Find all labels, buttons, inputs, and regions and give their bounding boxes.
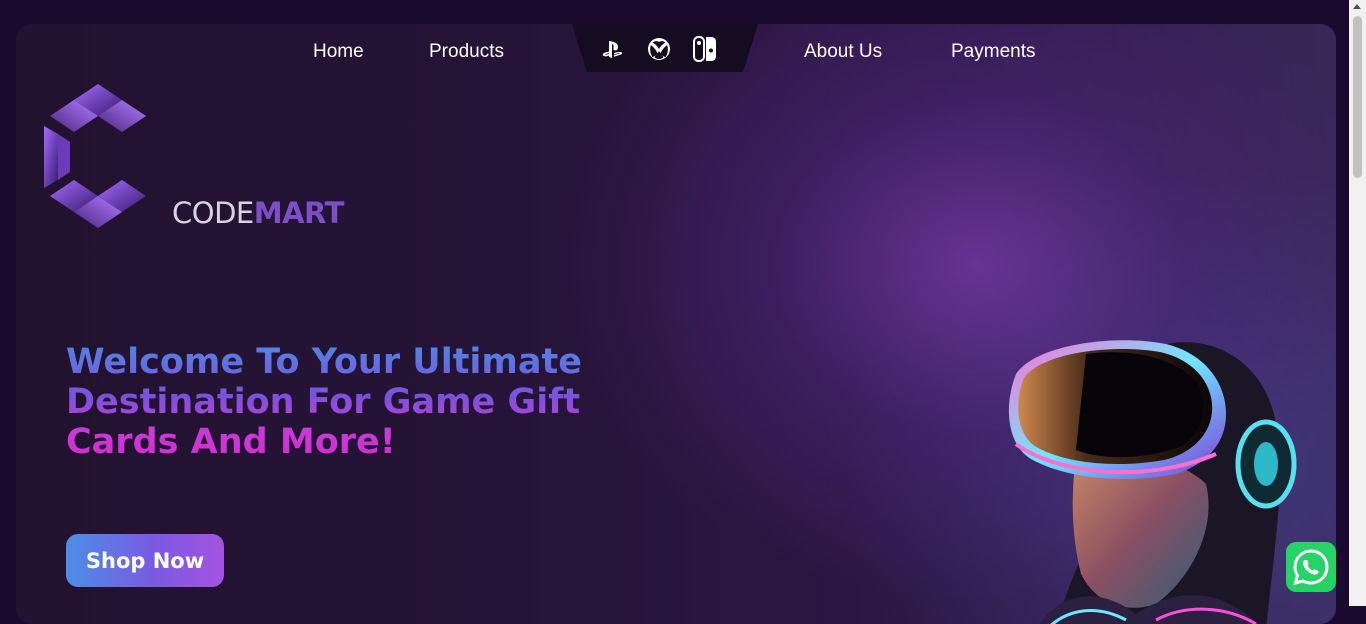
nav-about-link[interactable]: About Us	[804, 41, 882, 63]
scroll-thumb[interactable]	[1353, 16, 1362, 178]
codemart-logo[interactable]: CODEMART	[42, 82, 344, 232]
vr-gamer-image	[1008, 340, 1297, 624]
logo-code-text: CODE	[172, 196, 254, 230]
whatsapp-button[interactable]	[1286, 542, 1336, 592]
hero-section: Home Products About Us Payments CODEMART…	[16, 24, 1336, 624]
logo-mart-text: MART	[253, 196, 345, 230]
nav-home-link[interactable]: Home	[313, 41, 364, 63]
hero-headline: Welcome To Your Ultimate Destination For…	[66, 342, 626, 462]
headline-line-3: Cards And More!	[66, 422, 396, 462]
logo-wordmark: CODEMART	[172, 196, 344, 230]
shop-now-button[interactable]: Shop Now	[66, 534, 224, 587]
xbox-icon[interactable]	[646, 36, 672, 62]
scroll-up-arrow[interactable]	[1353, 4, 1361, 9]
playstation-icon[interactable]	[600, 36, 626, 62]
headline-line-1: Welcome To Your Ultimate	[66, 342, 582, 382]
nav-payments-link[interactable]: Payments	[951, 41, 1035, 63]
headline-line-2: Destination For Game Gift	[66, 382, 581, 422]
whatsapp-icon	[1293, 549, 1329, 586]
nintendo-switch-icon[interactable]	[692, 36, 718, 62]
logo-mark	[44, 84, 146, 228]
console-tab	[572, 24, 758, 72]
page-scrollbar[interactable]	[1349, 0, 1366, 606]
nav-products-link[interactable]: Products	[429, 41, 504, 63]
top-nav: Home Products About Us Payments	[16, 24, 1336, 84]
